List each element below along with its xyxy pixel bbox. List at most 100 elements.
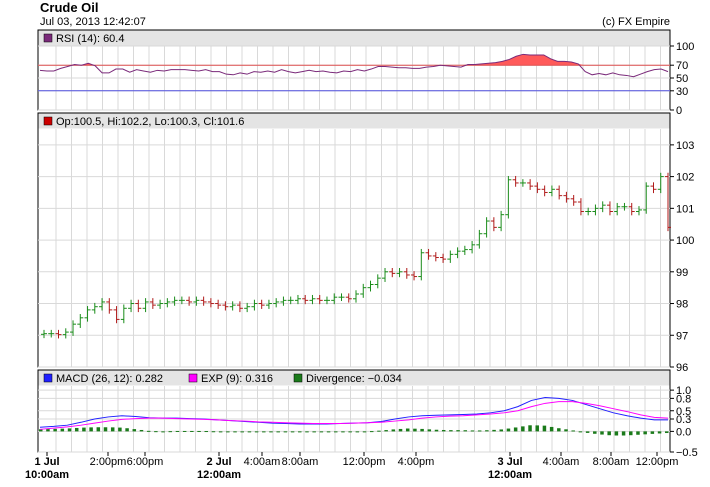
macd-legend-swatch	[188, 373, 198, 383]
x-tick-label: 12:00pm	[343, 456, 386, 468]
rsi-ytick-label: 30	[676, 86, 688, 98]
x-tick-label: 8:00am	[593, 456, 630, 468]
divergence-bar	[506, 428, 511, 432]
divergence-bar	[118, 427, 122, 432]
divergence-bar	[132, 429, 137, 432]
macd-ytick-label: 1.0	[676, 385, 691, 397]
price-ytick-label: 102	[676, 172, 694, 184]
divergence-bar	[247, 431, 252, 433]
x-tick-label: 3 Jul	[497, 456, 522, 468]
divergence-bar	[334, 431, 338, 433]
divergence-bar	[276, 431, 280, 433]
divergence-bar	[377, 430, 381, 432]
divergence-bar	[398, 428, 403, 432]
macd-ytick-label: −0.5	[676, 447, 698, 459]
divergence-bar	[103, 427, 108, 432]
rsi-ytick-label: 0	[676, 105, 682, 117]
rsi-ytick-label: 70	[676, 60, 688, 72]
divergence-bar	[528, 425, 532, 432]
divergence-bar	[492, 429, 496, 432]
price-ytick-label: 98	[676, 299, 688, 311]
divergence-bar	[535, 425, 539, 432]
x-tick-sublabel: 12:00am	[197, 469, 241, 481]
x-tick-label: 8:00am	[282, 456, 319, 468]
divergence-bar	[629, 431, 633, 436]
divergence-bar	[161, 431, 165, 433]
divergence-bar	[218, 431, 223, 433]
divergence-bar	[463, 430, 468, 432]
macd-ytick-label: 0.0	[676, 426, 691, 438]
divergence-bar	[578, 431, 583, 433]
crude-oil-chart: 0 305070 100 RSI (14): 60.4 96 97 98 99 100 101 10…	[25, 29, 698, 481]
divergence-bar	[441, 429, 446, 432]
divergence-bar	[521, 426, 525, 432]
macd-legend-swatch	[293, 373, 303, 383]
divergence-bar	[204, 431, 208, 433]
macd-legend-label: MACD (26, 12): 0.282	[56, 373, 163, 385]
divergence-bar	[571, 430, 575, 432]
divergence-bar	[319, 431, 324, 433]
divergence-bar	[233, 431, 237, 433]
divergence-bar	[564, 429, 568, 432]
divergence-bar	[636, 431, 640, 435]
price-legend-label: Op:100.5, Hi:102.2, Lo:100.3, Cl:101.6	[56, 116, 244, 128]
x-tick-label: 4:00am	[543, 456, 580, 468]
divergence-bar	[89, 427, 93, 432]
divergence-bar	[513, 427, 518, 432]
divergence-bar	[499, 429, 504, 432]
divergence-bar	[74, 427, 79, 432]
divergence-bar	[168, 431, 173, 433]
price-ytick-label: 96	[676, 362, 688, 374]
macd-ytick-label: 0.5	[676, 406, 691, 418]
divergence-bar	[600, 431, 604, 435]
x-tick-label: 2 Jul	[206, 456, 231, 468]
divergence-bar	[182, 430, 187, 432]
divergence-bar	[312, 431, 316, 433]
divergence-bar	[146, 430, 151, 432]
divergence-bar	[240, 431, 244, 433]
x-tick-label: 4:00am	[244, 456, 281, 468]
x-tick-sublabel: 10:00am	[25, 469, 69, 481]
price-ytick-label: 101	[676, 203, 694, 215]
divergence-bar	[53, 428, 57, 432]
divergence-bar	[434, 429, 439, 432]
divergence-bar	[585, 431, 590, 433]
macd-legend-label: EXP (9): 0.316	[201, 373, 273, 385]
divergence-bar	[355, 431, 360, 433]
divergence-bar	[449, 430, 453, 432]
divergence-bar	[362, 431, 367, 433]
divergence-bar	[657, 431, 662, 434]
divergence-bar	[650, 431, 655, 434]
divergence-bar	[269, 431, 273, 433]
x-tick-label: 12:00pm	[636, 456, 679, 468]
macd-legend-swatch	[43, 373, 53, 383]
divergence-bar	[477, 430, 482, 432]
divergence-bar	[175, 430, 180, 432]
divergence-bar	[643, 431, 647, 435]
divergence-bar	[254, 431, 259, 433]
price-ytick-label: 100	[676, 235, 694, 247]
price-ytick-label: 99	[676, 267, 688, 279]
divergence-bar	[139, 429, 144, 432]
rsi-ytick-label: 100	[676, 41, 694, 53]
price-ytick-label: 97	[676, 330, 688, 342]
divergence-bar	[341, 431, 345, 433]
divergence-bar	[405, 428, 410, 432]
divergence-bar	[456, 430, 460, 432]
x-tick-label: 2:00pm	[90, 456, 127, 468]
x-tick-label: 1 Jul	[34, 456, 59, 468]
divergence-bar	[226, 431, 230, 433]
divergence-bar	[197, 430, 201, 432]
divergence-bar	[607, 431, 611, 436]
divergence-bar	[96, 427, 101, 432]
divergence-bar	[420, 428, 424, 432]
price-legend-swatch	[43, 116, 53, 126]
divergence-bar	[283, 431, 288, 433]
divergence-bar	[67, 428, 72, 432]
divergence-bar	[427, 429, 432, 432]
divergence-bar	[110, 427, 115, 432]
divergence-bar	[391, 429, 396, 432]
divergence-bar	[125, 428, 129, 432]
rsi-legend-label: RSI (14): 60.4	[56, 33, 124, 45]
divergence-bar	[211, 431, 216, 433]
